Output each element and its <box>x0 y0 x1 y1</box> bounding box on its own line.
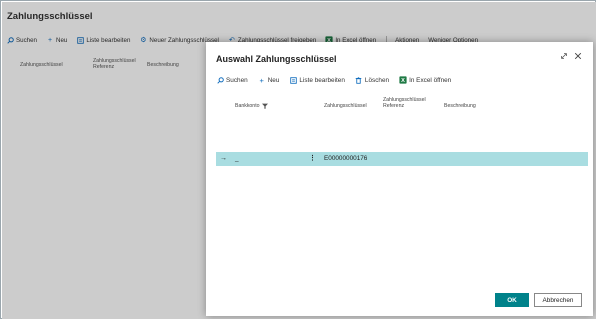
trash-icon <box>355 76 363 84</box>
search-label: Suchen <box>226 76 248 84</box>
dialog-toolbar: Suchen + Neu Liste bearbeiten Löschen X … <box>216 74 461 86</box>
close-icon[interactable] <box>572 50 584 62</box>
edit-list-icon <box>289 76 297 84</box>
dialog-title: Auswahl Zahlungsschlüssel <box>216 54 337 64</box>
cell-zahlungsschluessel[interactable]: E00000000176 <box>324 152 367 166</box>
table-row[interactable]: → _ ⋮ E00000000176 <box>216 152 588 166</box>
excel-button[interactable]: X In Excel öffnen <box>399 76 451 84</box>
delete-label: Löschen <box>364 76 390 84</box>
app-frame: Zahlungsschlüssel Suchen + Neu Liste bea… <box>0 0 596 319</box>
search-icon <box>216 76 224 84</box>
edit-list-button[interactable]: Liste bearbeiten <box>289 76 345 84</box>
expand-icon[interactable] <box>558 50 570 62</box>
plus-icon: + <box>259 75 264 85</box>
col-bankkonto[interactable]: Bankkonto <box>235 103 268 109</box>
payment-key-dialog: Auswahl Zahlungsschlüssel Suchen + Neu L… <box>206 42 593 316</box>
edit-list-label: Liste bearbeiten <box>299 76 345 84</box>
ok-button[interactable]: OK <box>495 293 529 307</box>
filter-icon[interactable] <box>261 103 268 109</box>
col-beschreibung[interactable]: Beschreibung <box>444 103 476 109</box>
col-referenz-line2: Referenz <box>383 103 405 109</box>
delete-button[interactable]: Löschen <box>355 76 389 84</box>
row-arrow-icon: → <box>220 155 227 162</box>
search-button[interactable]: Suchen <box>216 76 248 84</box>
col-referenz[interactable]: Zahlungsschlüssel Referenz <box>383 97 426 109</box>
cancel-button[interactable]: Abbrechen <box>534 293 582 307</box>
svg-text:X: X <box>401 78 405 84</box>
col-bankkonto-label: Bankkonto <box>235 103 260 109</box>
new-label: Neu <box>267 76 280 84</box>
row-menu-icon[interactable]: ⋮ <box>309 152 316 166</box>
excel-icon: X <box>399 76 407 84</box>
col-zahlungsschluessel[interactable]: Zahlungsschlüssel <box>324 103 367 109</box>
new-button[interactable]: + Neu <box>258 75 280 85</box>
cell-bankkonto[interactable]: _ <box>235 152 239 166</box>
excel-label: In Excel öffnen <box>409 76 452 84</box>
